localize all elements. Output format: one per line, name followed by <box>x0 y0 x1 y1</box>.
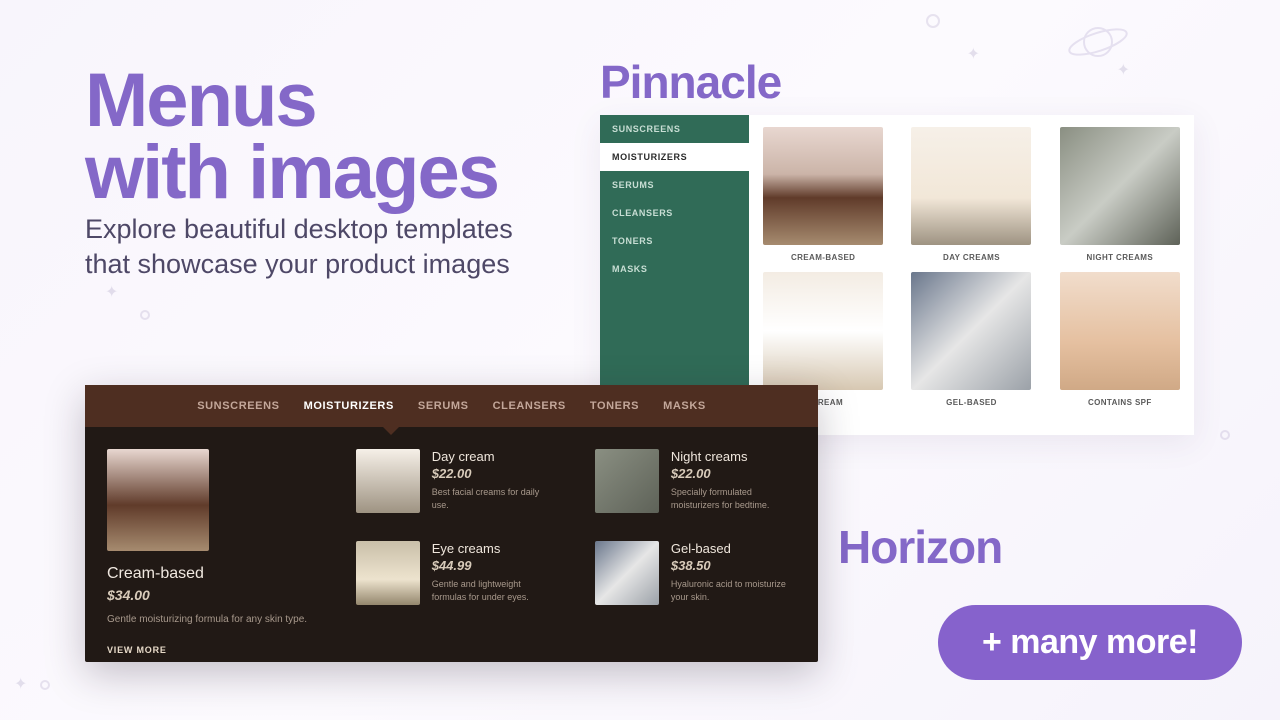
product-thumb <box>911 127 1031 245</box>
product-thumb <box>595 449 659 513</box>
tab-toners[interactable]: TONERS <box>590 400 639 412</box>
product-thumb <box>595 541 659 605</box>
horizon-label: Horizon <box>838 520 1002 574</box>
item-price: $44.99 <box>432 558 557 573</box>
page-headline: Menuswith images <box>85 65 498 209</box>
list-item[interactable]: Day cream $22.00 Best facial creams for … <box>356 449 557 513</box>
featured-title: Cream-based <box>107 565 318 583</box>
planet-icon <box>1066 20 1130 64</box>
item-desc: Gentle and lightweight formulas for unde… <box>432 578 557 603</box>
product-thumb <box>911 272 1031 390</box>
grid-item[interactable]: CREAM-BASED <box>759 127 887 262</box>
item-price: $38.50 <box>671 558 796 573</box>
featured-thumb <box>107 449 209 551</box>
sidebar-item-serums[interactable]: SERUMS <box>600 171 749 199</box>
item-title: Gel-based <box>671 541 796 556</box>
horizon-template-card: SUNSCREENS MOISTURIZERS SERUMS CLEANSERS… <box>85 385 818 662</box>
product-thumb <box>763 127 883 245</box>
grid-item[interactable]: NIGHT CREAMS <box>1056 127 1184 262</box>
sidebar-item-moisturizers[interactable]: MOISTURIZERS <box>600 143 749 171</box>
item-desc: Hyaluronic acid to moisturize your skin. <box>671 578 796 603</box>
item-price: $22.00 <box>432 466 557 481</box>
featured-price: $34.00 <box>107 587 318 603</box>
horizon-tabs: SUNSCREENS MOISTURIZERS SERUMS CLEANSERS… <box>85 385 818 427</box>
grid-item[interactable]: GEL-BASED <box>907 272 1035 407</box>
view-more-link[interactable]: VIEW MORE <box>107 645 318 655</box>
list-item[interactable]: Eye creams $44.99 Gentle and lightweight… <box>356 541 557 605</box>
product-thumb <box>1060 127 1180 245</box>
sidebar-item-masks[interactable]: MASKS <box>600 255 749 283</box>
sidebar-item-sunscreens[interactable]: SUNSCREENS <box>600 115 749 143</box>
item-title: Night creams <box>671 449 796 464</box>
item-title: Eye creams <box>432 541 557 556</box>
list-item[interactable]: Gel-based $38.50 Hyaluronic acid to mois… <box>595 541 796 605</box>
product-thumb <box>356 449 420 513</box>
pinnacle-label: Pinnacle <box>600 55 781 109</box>
item-desc: Best facial creams for daily use. <box>432 486 557 511</box>
product-thumb <box>356 541 420 605</box>
tab-moisturizers[interactable]: MOISTURIZERS <box>304 400 394 412</box>
product-thumb <box>763 272 883 390</box>
sidebar-item-cleansers[interactable]: CLEANSERS <box>600 199 749 227</box>
item-title: Day cream <box>432 449 557 464</box>
tab-arrow-icon <box>383 427 399 435</box>
tab-serums[interactable]: SERUMS <box>418 400 469 412</box>
sidebar-item-toners[interactable]: TONERS <box>600 227 749 255</box>
product-thumb <box>1060 272 1180 390</box>
featured-product[interactable]: Cream-based $34.00 Gentle moisturizing f… <box>107 449 318 655</box>
grid-item[interactable]: DAY CREAMS <box>907 127 1035 262</box>
featured-desc: Gentle moisturizing formula for any skin… <box>107 613 318 627</box>
grid-item[interactable]: CONTAINS SPF <box>1056 272 1184 407</box>
item-desc: Specially formulated moisturizers for be… <box>671 486 796 511</box>
page-subheading: Explore beautiful desktop templatesthat … <box>85 212 513 282</box>
tab-sunscreens[interactable]: SUNSCREENS <box>197 400 279 412</box>
list-item[interactable]: Night creams $22.00 Specially formulated… <box>595 449 796 513</box>
item-price: $22.00 <box>671 466 796 481</box>
many-more-button[interactable]: + many more! <box>938 605 1242 680</box>
tab-cleansers[interactable]: CLEANSERS <box>493 400 566 412</box>
tab-masks[interactable]: MASKS <box>663 400 706 412</box>
